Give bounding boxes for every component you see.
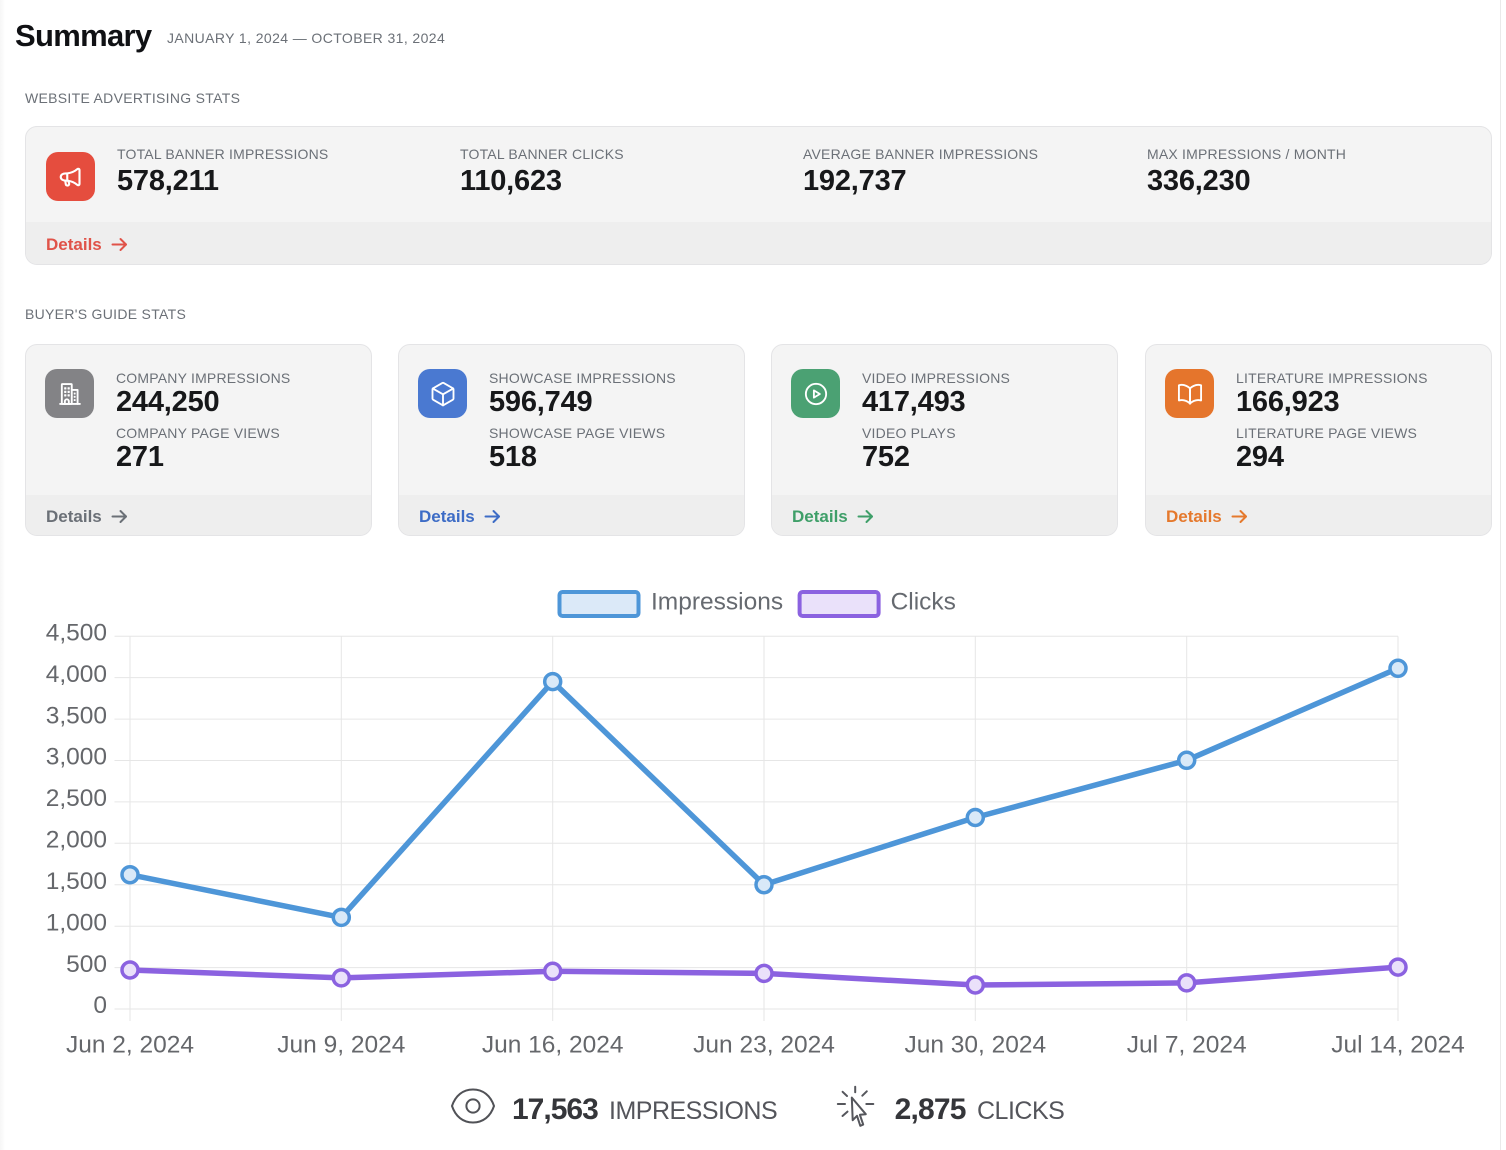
svg-text:Jul 14, 2024: Jul 14, 2024: [1331, 1031, 1465, 1058]
svg-text:Jul 7, 2024: Jul 7, 2024: [1127, 1031, 1247, 1058]
svg-text:0: 0: [93, 992, 107, 1019]
svg-text:2,875: 2,875: [895, 1093, 966, 1126]
svg-text:1,000: 1,000: [46, 909, 107, 936]
svg-text:2,000: 2,000: [46, 827, 107, 854]
svg-text:Jun 23, 2024: Jun 23, 2024: [693, 1031, 835, 1058]
svg-text:CLICKS: CLICKS: [977, 1097, 1064, 1125]
svg-text:Jun 9, 2024: Jun 9, 2024: [277, 1031, 405, 1058]
svg-text:4,500: 4,500: [46, 619, 107, 646]
svg-text:Impressions: Impressions: [651, 589, 783, 616]
svg-text:Jun 16, 2024: Jun 16, 2024: [482, 1031, 624, 1058]
svg-text:1,500: 1,500: [46, 868, 107, 895]
svg-text:17,563: 17,563: [512, 1093, 598, 1126]
svg-text:IMPRESSIONS: IMPRESSIONS: [609, 1097, 777, 1125]
svg-text:500: 500: [66, 951, 107, 978]
svg-text:Jun 2, 2024: Jun 2, 2024: [66, 1031, 194, 1058]
svg-text:3,500: 3,500: [46, 702, 107, 729]
svg-text:Jun 30, 2024: Jun 30, 2024: [904, 1031, 1046, 1058]
svg-text:Clicks: Clicks: [891, 589, 956, 616]
svg-text:4,000: 4,000: [46, 661, 107, 688]
svg-text:3,000: 3,000: [46, 744, 107, 771]
svg-text:2,500: 2,500: [46, 785, 107, 812]
